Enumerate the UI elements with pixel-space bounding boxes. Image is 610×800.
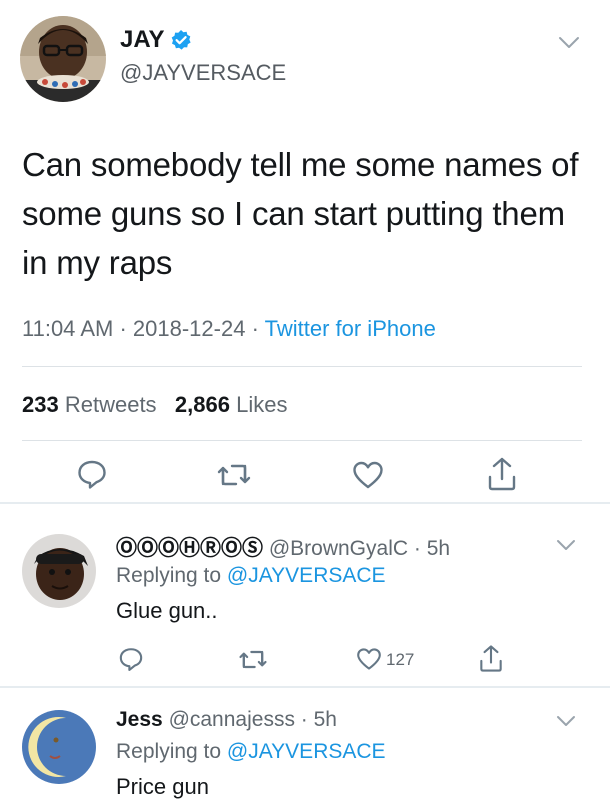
retweet-icon[interactable] bbox=[238, 647, 268, 677]
reply-author-row[interactable]: ⓄⓄⓄⒽⓇⓄⓈ @BrownGyalC · 5h bbox=[116, 532, 450, 562]
retweet-icon[interactable] bbox=[216, 460, 252, 495]
reply-handle[interactable]: @cannajesss bbox=[169, 708, 295, 731]
like-label: Likes bbox=[236, 392, 288, 417]
reply-display-name[interactable]: Jess bbox=[116, 708, 163, 731]
retweet-count: 233 bbox=[22, 392, 59, 417]
author-handle[interactable]: @JAYVERSACE bbox=[120, 60, 286, 86]
verified-badge-icon bbox=[170, 29, 192, 51]
meta-separator: · bbox=[119, 316, 127, 341]
reply-icon[interactable] bbox=[118, 646, 144, 677]
author-name-row[interactable]: JAY bbox=[120, 26, 192, 54]
meta-separator: · bbox=[251, 316, 259, 341]
replying-to: Replying to @JAYVERSACE bbox=[116, 564, 386, 588]
tweet-source[interactable]: Twitter for iPhone bbox=[265, 316, 436, 341]
heart-icon[interactable] bbox=[352, 460, 384, 495]
reply-age: · 5h bbox=[413, 537, 451, 560]
tweet-time: 11:04 AM bbox=[22, 316, 114, 341]
reply-handle[interactable]: @BrownGyalC bbox=[269, 537, 408, 560]
chevron-down-icon[interactable] bbox=[556, 714, 578, 728]
avatar[interactable] bbox=[22, 534, 96, 608]
share-icon[interactable] bbox=[486, 456, 518, 497]
like-count: 2,866 bbox=[174, 392, 230, 417]
avatar[interactable] bbox=[20, 16, 106, 102]
replying-mention[interactable]: @JAYVERSACE bbox=[227, 564, 386, 587]
reply-icon[interactable] bbox=[76, 458, 108, 495]
retweet-label: Retweets bbox=[64, 392, 157, 417]
divider bbox=[22, 440, 582, 441]
heart-icon[interactable] bbox=[356, 647, 382, 676]
tweet-meta: 11:04 AM · 2018-12-24 · Twitter for iPho… bbox=[22, 316, 436, 342]
main-tweet: JAY @JAYVERSACE Can somebody tell me som… bbox=[0, 0, 610, 500]
replying-prefix: Replying to bbox=[116, 740, 222, 763]
tweet-text: Can somebody tell me some names of some … bbox=[22, 146, 579, 281]
reply-text: Price gun bbox=[116, 774, 209, 799]
divider bbox=[22, 366, 582, 367]
reply-display-name[interactable]: ⓄⓄⓄⒽⓇⓄⓈ bbox=[116, 537, 263, 560]
tweet-date: 2018-12-24 bbox=[132, 316, 246, 341]
reply-tweet[interactable]: Jess @cannajesss · 5h Replying to @JAYVE… bbox=[0, 688, 610, 800]
reply-age: · 5h bbox=[300, 708, 337, 731]
replying-mention[interactable]: @JAYVERSACE bbox=[227, 740, 386, 763]
replying-prefix: Replying to bbox=[116, 564, 222, 587]
share-icon[interactable] bbox=[478, 644, 504, 678]
chevron-down-icon[interactable] bbox=[558, 36, 580, 50]
reply-like-count: 127 bbox=[386, 650, 415, 669]
tweet-stats: 233 Retweets 2,866 Likes bbox=[22, 392, 287, 418]
avatar[interactable] bbox=[22, 710, 96, 784]
author-display-name[interactable]: JAY bbox=[120, 26, 164, 54]
reply-tweet[interactable]: ⓄⓄⓄⒽⓇⓄⓈ @BrownGyalC · 5h Replying to @JA… bbox=[0, 504, 610, 686]
retweets-stat[interactable]: 233 Retweets bbox=[22, 392, 157, 417]
chevron-down-icon[interactable] bbox=[556, 538, 578, 552]
likes-stat[interactable]: 2,866 Likes bbox=[175, 392, 288, 417]
reply-author-row[interactable]: Jess @cannajesss · 5h bbox=[116, 708, 337, 732]
replying-to: Replying to @JAYVERSACE bbox=[116, 740, 386, 764]
reply-text: Glue gun.. bbox=[116, 598, 218, 623]
